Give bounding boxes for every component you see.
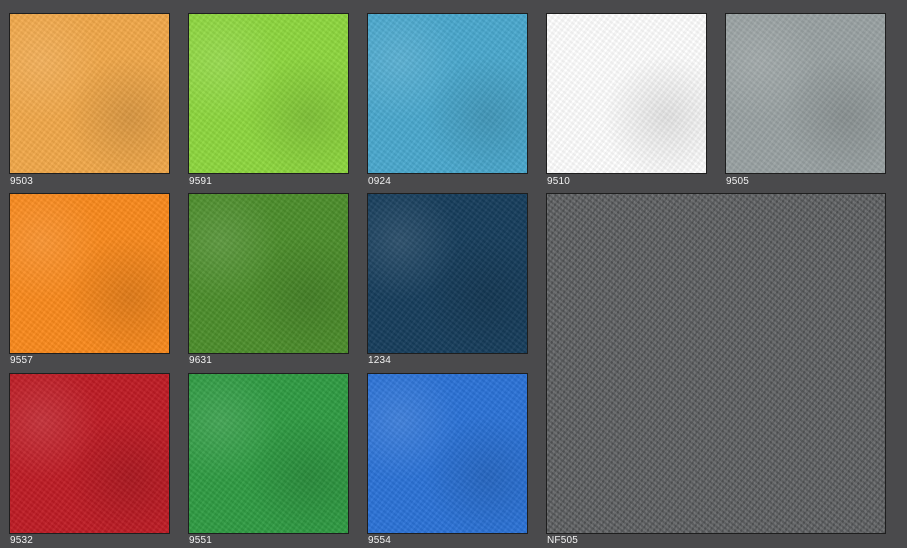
swatch-9503[interactable] [9,13,170,174]
swatch-9505[interactable] [725,13,886,174]
swatch-label-9557: 9557 [10,355,34,366]
swatch-0924[interactable] [367,13,528,174]
swatch-9554[interactable] [367,373,528,534]
swatch-label-1234: 1234 [368,355,392,366]
swatch-label-9591: 9591 [189,176,213,187]
swatch-9631[interactable] [188,193,349,354]
swatch-9532[interactable] [9,373,170,534]
swatch-label-9532: 9532 [10,535,34,546]
swatch-label-9503: 9503 [10,176,34,187]
swatch-label-9551: 9551 [189,535,213,546]
swatch-board: 9503 9591 0924 9510 9505 9557 9631 1234 … [0,0,907,548]
swatch-label-nf505: NF505 [547,535,579,546]
swatch-9551[interactable] [188,373,349,534]
swatch-nf505[interactable] [546,193,886,534]
swatch-label-9631: 9631 [189,355,213,366]
swatch-9510[interactable] [546,13,707,174]
swatch-9557[interactable] [9,193,170,354]
swatch-1234[interactable] [367,193,528,354]
swatch-9591[interactable] [188,13,349,174]
swatch-label-9505: 9505 [726,176,750,187]
swatch-label-9554: 9554 [368,535,392,546]
swatch-label-9510: 9510 [547,176,571,187]
swatch-label-0924: 0924 [368,176,392,187]
